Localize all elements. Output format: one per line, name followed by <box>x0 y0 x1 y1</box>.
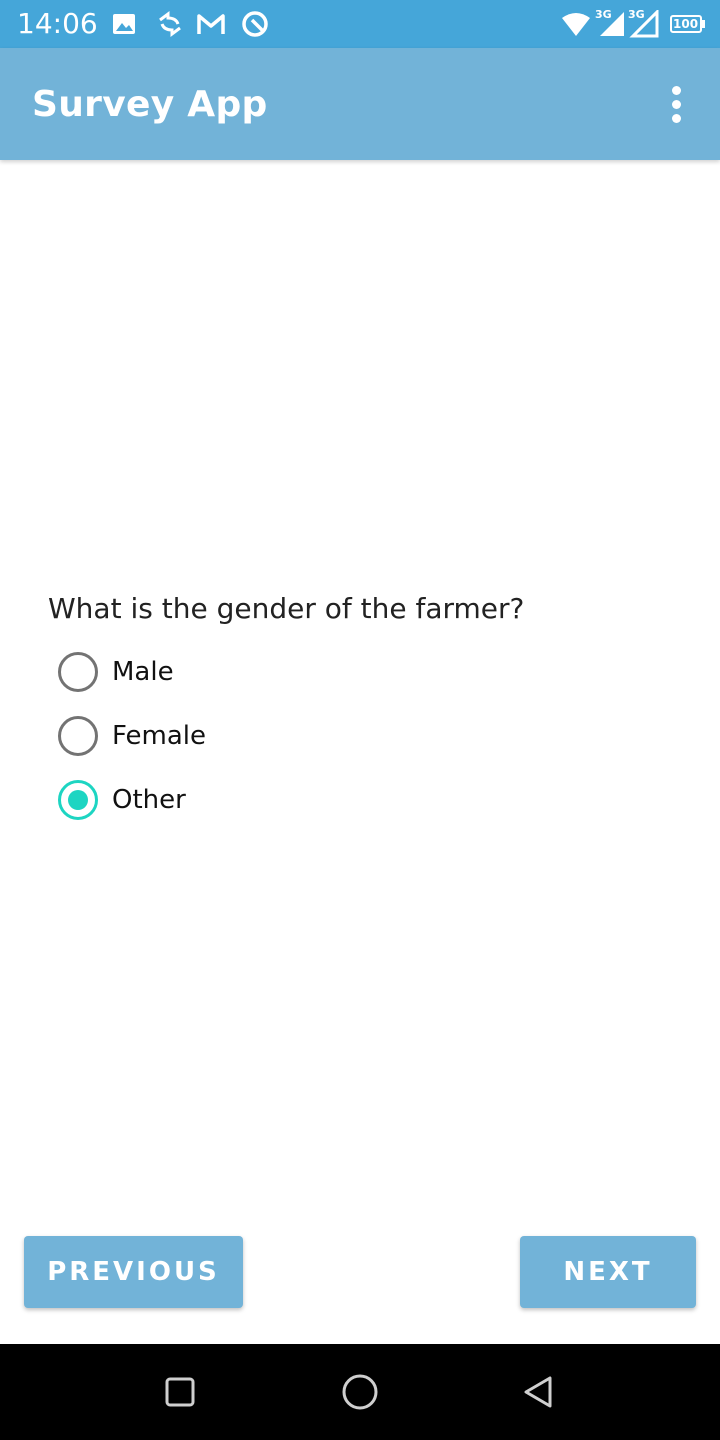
q-icon <box>242 11 268 37</box>
radio-label: Female <box>112 721 207 751</box>
battery-level: 100 <box>673 17 699 31</box>
radio-button[interactable] <box>58 716 98 756</box>
radio-option-female[interactable]: Female <box>58 704 458 768</box>
image-icon <box>113 14 135 34</box>
radio-button[interactable] <box>58 652 98 692</box>
signal-3g-icon: 3G <box>627 8 661 38</box>
radio-option-other[interactable]: Other <box>58 768 458 832</box>
triangle-back-icon[interactable] <box>514 1368 562 1416</box>
circle-icon[interactable] <box>336 1368 384 1416</box>
battery-icon: 100 <box>670 10 706 38</box>
more-vertical-icon[interactable] <box>656 80 696 128</box>
wifi-icon <box>562 13 590 36</box>
radio-option-male[interactable]: Male <box>58 640 458 704</box>
next-button[interactable]: NEXT <box>520 1236 696 1308</box>
previous-button[interactable]: PREVIOUS <box>24 1236 243 1308</box>
square-icon[interactable] <box>156 1368 204 1416</box>
gender-radio-group: Male Female Other <box>58 640 458 832</box>
radio-label: Other <box>112 785 186 815</box>
status-bar: 14:06 3G 3G 100 <box>0 0 720 48</box>
app-bar: Survey App <box>0 48 720 160</box>
radio-button-selected[interactable] <box>58 780 98 820</box>
navigation-bar <box>0 1344 720 1440</box>
status-time: 14:06 <box>17 7 98 40</box>
signal-3g-icon: 3G <box>594 8 628 38</box>
gmail-icon <box>197 14 225 34</box>
question-text: What is the gender of the farmer? <box>48 592 525 625</box>
app-title: Survey App <box>32 84 268 125</box>
sync-icon <box>159 11 181 37</box>
radio-label: Male <box>112 657 174 687</box>
